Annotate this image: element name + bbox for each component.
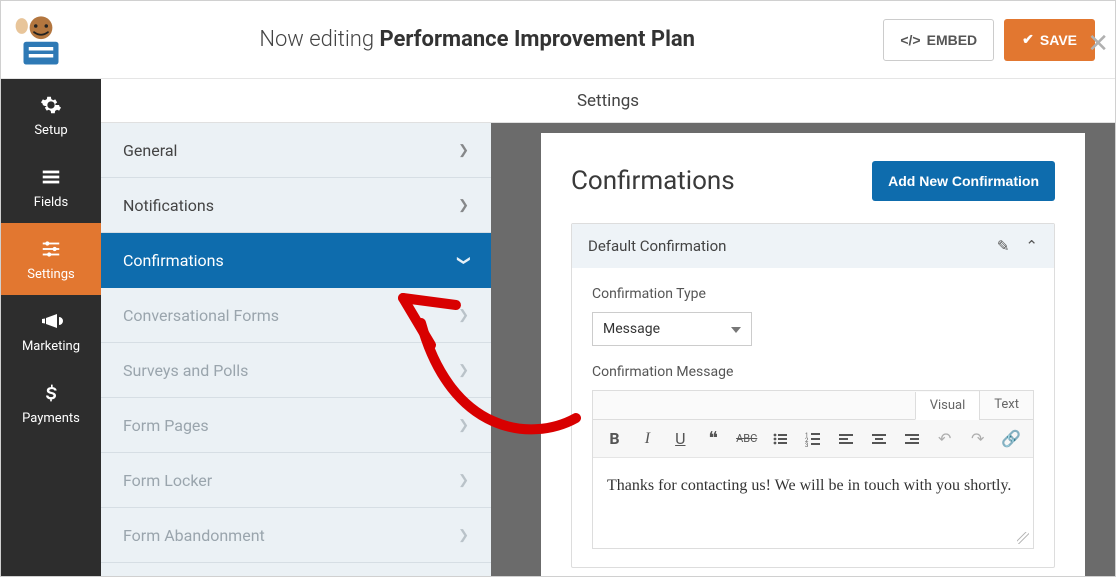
sidebar-item-payments[interactable]: Payments xyxy=(1,367,101,439)
chevron-right-icon: ❯ xyxy=(458,418,469,433)
list-number-icon[interactable]: 123 xyxy=(804,431,823,447)
settings-item-label: General xyxy=(123,141,177,160)
editor-tabs: Visual Text xyxy=(593,391,1033,420)
collapse-icon[interactable]: ⌃ xyxy=(1025,237,1038,255)
settings-item-label: Form Pages xyxy=(123,416,209,435)
dollar-icon xyxy=(39,381,63,405)
link-icon[interactable]: 🔗 xyxy=(1001,429,1021,448)
settings-submenu: General ❯ Notifications ❯ Confirmations … xyxy=(101,123,491,576)
wpforms-logo xyxy=(11,10,71,70)
sidebar-item-settings[interactable]: Settings xyxy=(1,223,101,295)
strike-icon[interactable]: ABC xyxy=(737,432,757,445)
embed-label: EMBED xyxy=(927,32,978,48)
resize-grip-icon[interactable] xyxy=(1017,532,1029,544)
settings-item-form-locker[interactable]: Form Locker ❯ xyxy=(101,453,491,508)
settings-item-form-pages[interactable]: Form Pages ❯ xyxy=(101,398,491,453)
bold-icon[interactable]: B xyxy=(605,429,624,448)
settings-item-label: Surveys and Polls xyxy=(123,361,248,380)
settings-item-form-abandonment[interactable]: Form Abandonment ❯ xyxy=(101,508,491,563)
embed-button[interactable]: </> EMBED xyxy=(883,19,994,61)
settings-item-label: Conversational Forms xyxy=(123,306,279,325)
align-center-icon[interactable] xyxy=(869,431,888,447)
top-actions: </> EMBED ✔ SAVE xyxy=(883,19,1095,61)
editor-content[interactable]: Thanks for contacting us! We will be in … xyxy=(593,458,1033,548)
settings-item-label: Form Locker xyxy=(123,471,212,490)
align-right-icon[interactable] xyxy=(902,431,921,447)
form-title: Now editing Performance Improvement Plan xyxy=(71,27,883,52)
chevron-right-icon: ❯ xyxy=(458,308,469,323)
card-title: Default Confirmation xyxy=(588,237,726,255)
chevron-right-icon: ❯ xyxy=(458,528,469,543)
settings-item-label: Notifications xyxy=(123,196,214,215)
settings-item-notifications[interactable]: Notifications ❯ xyxy=(101,178,491,233)
svg-text:3: 3 xyxy=(805,442,808,447)
sliders-icon xyxy=(39,237,63,261)
redo-icon[interactable]: ↷ xyxy=(968,429,987,448)
tab-visual[interactable]: Visual xyxy=(915,392,980,420)
select-value: Message xyxy=(603,321,660,337)
sidebar-item-label: Fields xyxy=(34,195,68,210)
list-bullet-icon[interactable] xyxy=(771,431,790,447)
confirmation-message-label: Confirmation Message xyxy=(592,364,1034,380)
pane-header: Confirmations Add New Confirmation xyxy=(571,161,1055,201)
undo-icon[interactable]: ↶ xyxy=(935,429,954,448)
editing-prefix: Now editing xyxy=(259,27,374,52)
check-icon: ✔ xyxy=(1022,31,1034,48)
chevron-right-icon: ❯ xyxy=(458,473,469,488)
default-confirmation-card: Default Confirmation ✎ ⌃ Confirmation Ty… xyxy=(571,223,1055,568)
sidebar-item-label: Marketing xyxy=(22,339,80,354)
pane-title: Confirmations xyxy=(571,166,735,196)
message-editor: Visual Text B I U ❝ ABC xyxy=(592,390,1034,549)
list-icon xyxy=(39,165,63,189)
tab-text[interactable]: Text xyxy=(979,391,1033,419)
form-name: Performance Improvement Plan xyxy=(380,27,696,52)
underline-icon[interactable]: U xyxy=(671,429,690,448)
topbar: Now editing Performance Improvement Plan… xyxy=(1,1,1115,79)
code-icon: </> xyxy=(900,32,920,48)
content-area: Settings General ❯ Notifications ❯ Confi… xyxy=(101,79,1115,576)
settings-item-confirmations[interactable]: Confirmations ❯ xyxy=(101,233,491,288)
italic-icon[interactable]: I xyxy=(638,430,657,448)
sidebar-item-label: Setup xyxy=(34,123,67,138)
settings-item-conversational-forms[interactable]: Conversational Forms ❯ xyxy=(101,288,491,343)
chevron-right-icon: ❯ xyxy=(458,198,469,213)
card-body: Confirmation Type Message Confirmation M… xyxy=(572,268,1054,567)
close-icon[interactable]: ✕ xyxy=(1087,29,1109,59)
sidebar-item-fields[interactable]: Fields xyxy=(1,151,101,223)
settings-item-label: Form Abandonment xyxy=(123,526,265,545)
save-label: SAVE xyxy=(1040,32,1077,48)
confirmations-pane: Confirmations Add New Confirmation Defau… xyxy=(541,133,1085,576)
sidebar-item-setup[interactable]: Setup xyxy=(1,79,101,151)
right-pane-wrap: Confirmations Add New Confirmation Defau… xyxy=(491,123,1115,576)
quote-icon[interactable]: ❝ xyxy=(704,428,723,449)
sidebar-item-marketing[interactable]: Marketing xyxy=(1,295,101,367)
confirmation-type-select[interactable]: Message xyxy=(592,312,752,346)
card-header: Default Confirmation ✎ ⌃ xyxy=(572,224,1054,268)
settings-header: Settings xyxy=(101,79,1115,123)
align-left-icon[interactable] xyxy=(837,431,856,447)
edit-icon[interactable]: ✎ xyxy=(997,237,1010,255)
sidebar-item-label: Payments xyxy=(22,411,80,426)
sidebar-item-label: Settings xyxy=(27,267,74,282)
confirmation-type-label: Confirmation Type xyxy=(592,286,1034,302)
save-button[interactable]: ✔ SAVE xyxy=(1004,19,1095,61)
add-confirmation-button[interactable]: Add New Confirmation xyxy=(872,161,1055,201)
megaphone-icon xyxy=(39,309,63,333)
chevron-down-icon: ❯ xyxy=(456,255,471,266)
main-sidebar: Setup Fields Settings Marketing xyxy=(1,79,101,576)
settings-item-label: Confirmations xyxy=(123,251,224,270)
gear-icon xyxy=(39,93,63,117)
chevron-right-icon: ❯ xyxy=(458,143,469,158)
settings-item-surveys-polls[interactable]: Surveys and Polls ❯ xyxy=(101,343,491,398)
editor-toolbar: B I U ❝ ABC xyxy=(593,420,1033,458)
chevron-right-icon: ❯ xyxy=(458,363,469,378)
settings-item-general[interactable]: General ❯ xyxy=(101,123,491,178)
